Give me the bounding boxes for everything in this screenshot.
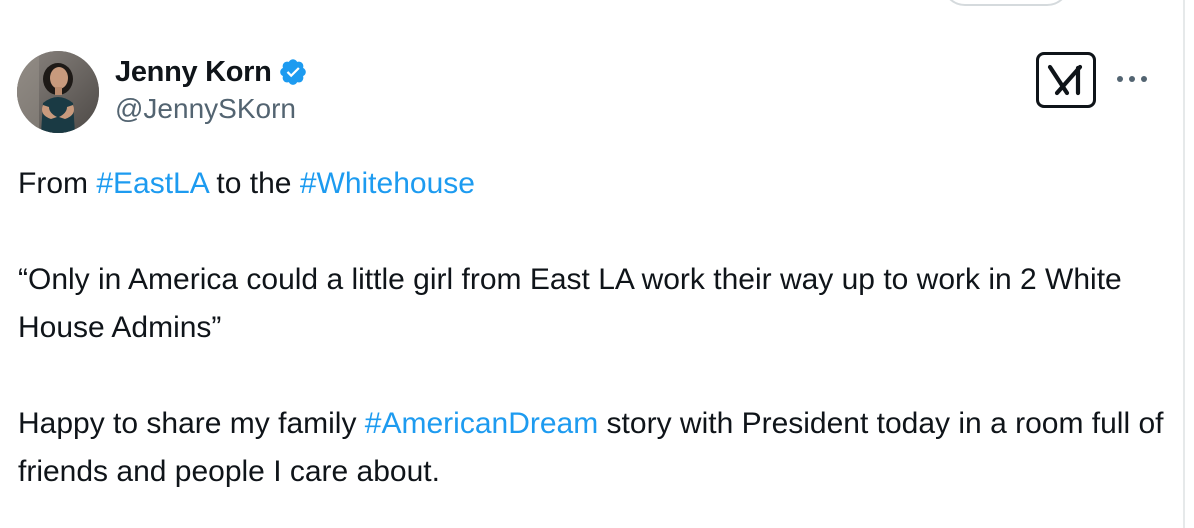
- avatar[interactable]: [17, 51, 99, 133]
- partial-button-top[interactable]: [942, 0, 1070, 6]
- tweet-card: Jenny Korn @JennySKorn From #EastLA to t…: [0, 0, 1194, 528]
- avatar-photo: [17, 51, 99, 133]
- handle[interactable]: @JennySKorn: [115, 93, 308, 125]
- grok-logo-icon: [1047, 64, 1083, 96]
- author-block: Jenny Korn @JennySKorn: [115, 54, 308, 125]
- text-segment: From: [18, 167, 97, 200]
- tweet-text: From #EastLA to the #Whitehouse “Only in…: [18, 160, 1168, 496]
- tweet-line-3: Happy to share my family #AmericanDream …: [18, 400, 1168, 496]
- hashtag-eastla[interactable]: #EastLA: [96, 167, 208, 200]
- more-dots-icon: [1117, 76, 1147, 82]
- verified-badge-icon[interactable]: [278, 57, 308, 87]
- grok-button[interactable]: [1036, 52, 1096, 108]
- text-segment: Happy to share my family: [18, 407, 365, 440]
- tweet-quote: “Only in America could a little girl fro…: [18, 263, 1122, 344]
- name-row: Jenny Korn: [115, 54, 308, 90]
- more-options-button[interactable]: [1114, 64, 1150, 94]
- hashtag-whitehouse[interactable]: #Whitehouse: [300, 167, 475, 200]
- card-border: [1183, 0, 1185, 528]
- text-segment: to the: [208, 167, 300, 200]
- display-name[interactable]: Jenny Korn: [115, 56, 272, 89]
- tweet-line-1: From #EastLA to the #Whitehouse: [18, 160, 1168, 208]
- hashtag-americandream[interactable]: #AmericanDream: [365, 407, 598, 440]
